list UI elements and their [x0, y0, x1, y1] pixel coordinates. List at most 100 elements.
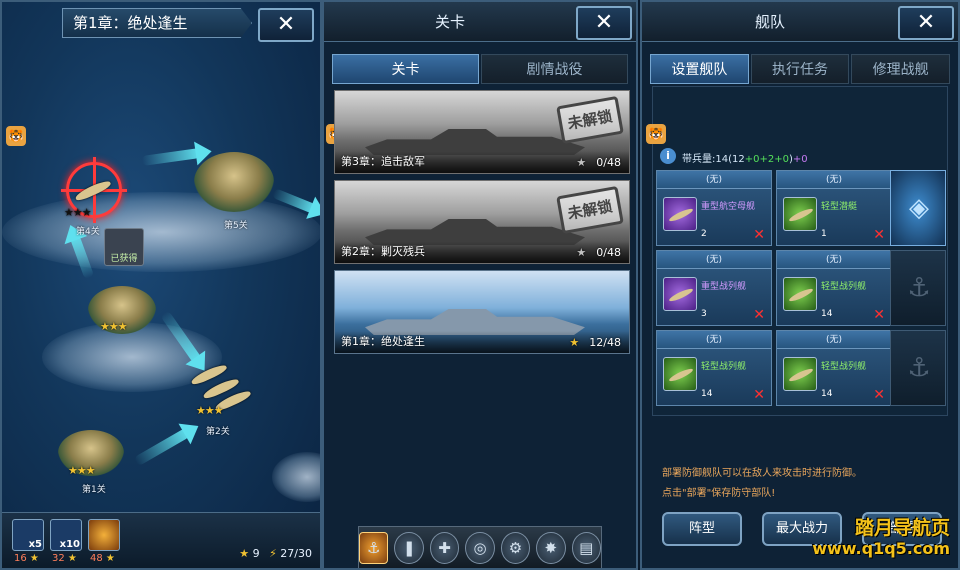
anchor-icon: ⚓: [907, 273, 931, 303]
tab-repair-ships[interactable]: 修理战舰: [851, 54, 951, 84]
shell-icon[interactable]: ❚: [394, 532, 424, 564]
chapter-card-3[interactable]: 未解锁 第3章：追击敌军 ★ 0/48: [334, 90, 630, 174]
remove-ship-button[interactable]: ✕: [873, 387, 885, 403]
stage-node-label: 第5关: [224, 221, 248, 231]
ship-type: 重型战列舰: [701, 282, 747, 292]
stage-title: 关卡: [434, 13, 465, 31]
reward-star-req: 48 ★: [90, 553, 115, 564]
fleet-slot[interactable]: (无) 轻型战列舰 14 ✕: [656, 330, 772, 406]
stars-count: 9: [252, 547, 260, 560]
remove-ship-button[interactable]: ✕: [753, 387, 765, 403]
map-close-button[interactable]: ✕: [258, 8, 314, 42]
bolt-icon: ⚡: [269, 547, 277, 560]
carrier-icon: [663, 197, 697, 231]
ship-count: 2: [701, 229, 707, 239]
fleet-formation-icon: ◈: [909, 193, 929, 223]
obtained-reward: 已获得: [104, 228, 144, 266]
ship-count: 14: [821, 389, 833, 399]
locked-slot: ⚓: [890, 250, 946, 326]
troop-capacity: 带兵量:14(12+0+2+0)+0: [682, 154, 808, 165]
path-arrow: [141, 148, 201, 166]
chapter-card-1[interactable]: 第1章：绝处逢生 ★ 12/48: [334, 270, 630, 354]
ship-type: 轻型潜艇: [821, 202, 858, 212]
locked-stamp: 未解锁: [556, 185, 624, 235]
formation-button[interactable]: 阵型: [662, 512, 742, 546]
chapter-card-progress: ★ 0/48: [576, 246, 621, 259]
slot-header: (无): [777, 251, 891, 269]
fleet-panel: 舰队 ✕ 设置舰队 执行任务 修理战舰 🐯 i 带兵量:14(12+0+2+0)…: [640, 0, 960, 570]
map-stats: ★ 9 ⚡ 27/30: [239, 547, 312, 560]
ship-type: 轻型战列舰: [821, 362, 867, 372]
submarine-icon: [783, 197, 817, 231]
stage-stars: ★★★: [100, 320, 128, 333]
fleet-slot[interactable]: (无) 轻型潜艇 1 ✕: [776, 170, 892, 246]
chapter-card-progress: ★ 12/48: [569, 336, 621, 349]
slot-header: (无): [777, 171, 891, 189]
chapter-card-2[interactable]: 未解锁 第2章：剿灭残兵 ★ 0/48: [334, 180, 630, 264]
remove-ship-button[interactable]: ✕: [753, 307, 765, 323]
box-icon[interactable]: x10: [50, 519, 82, 551]
cat-helper-icon[interactable]: 🐯: [6, 126, 26, 146]
ship-type: 重型航空母舰: [701, 202, 756, 212]
fleet-close-button[interactable]: ✕: [898, 6, 954, 40]
fleet-slot[interactable]: (无) 重型战列舰 3 ✕: [656, 250, 772, 326]
watermark-line2: www.q1q5.com: [812, 538, 950, 558]
ship-type: 轻型战列舰: [821, 282, 867, 292]
battleship-icon: [663, 277, 697, 311]
ship-type: 轻型战列舰: [701, 362, 747, 372]
tab-story-campaign[interactable]: 剧情战役: [481, 54, 628, 84]
chapter-map-panel: 第1章：绝处逢生 ✕ 🐯 第5关 ★★★ 第4关 已获得 ★★★ ★★★ 第2关…: [0, 0, 322, 570]
battleship-icon: [783, 357, 817, 391]
fleet-slot[interactable]: (无) 重型航空母舰 2 ✕: [656, 170, 772, 246]
locked-slot: ⚓: [890, 330, 946, 406]
stage-close-button[interactable]: ✕: [576, 6, 632, 40]
medal-icon[interactable]: ✸: [536, 532, 566, 564]
menu-bar: ⚓ ❚ ✚ ◎ ⚙ ✸ ▤: [358, 526, 602, 568]
info-icon[interactable]: i: [660, 148, 676, 164]
chapter-card-title: 第2章：剿灭残兵: [341, 245, 425, 258]
path-arrow: [133, 427, 191, 467]
stage-node-label: 第1关: [82, 485, 106, 495]
stage-node-5[interactable]: [194, 152, 274, 212]
slot-header: (无): [657, 331, 771, 349]
chapter-card-progress: ★ 0/48: [576, 156, 621, 169]
chapter-card-title: 第3章：追击敌军: [341, 155, 425, 168]
star-reward-bar: x5 16 ★ x10 32 ★ 48 ★ ★ 9 ⚡ 27/30: [2, 512, 320, 568]
repair-icon[interactable]: ✚: [429, 532, 460, 564]
deploy-note: 点击"部署"保存防守部队!: [662, 488, 776, 499]
ship-count: 3: [701, 309, 707, 319]
fleet-slot[interactable]: (无) 轻型战列舰 14 ✕: [776, 330, 892, 406]
scroll-icon[interactable]: ▤: [571, 532, 601, 564]
reward-star-req: 32 ★: [52, 553, 77, 564]
game-screen: 第1章：绝处逢生 ✕ 🐯 第5关 ★★★ 第4关 已获得 ★★★ ★★★ 第2关…: [0, 0, 960, 570]
tab-run-mission[interactable]: 执行任务: [750, 54, 850, 84]
fleet-slot[interactable]: (无) 轻型战列舰 14 ✕: [776, 250, 892, 326]
fleet-icon[interactable]: ⚓: [359, 532, 389, 564]
tab-stages[interactable]: 关卡: [332, 54, 479, 84]
remove-ship-button[interactable]: ✕: [753, 227, 765, 243]
gear-icon[interactable]: ⚙: [500, 532, 531, 564]
reward-star-req: 16 ★: [14, 553, 39, 564]
reward-multiplier: x10: [59, 539, 80, 550]
stage-titlebar: 关卡 ✕: [324, 2, 636, 42]
stage-stars: ★★★: [196, 404, 224, 417]
stage-tabs: 关卡 剧情战役: [332, 54, 628, 84]
remove-ship-button[interactable]: ✕: [873, 227, 885, 243]
defense-note: 部署防御舰队可以在敌人来攻击时进行防御。: [662, 468, 862, 479]
formation-slot[interactable]: ◈: [890, 170, 946, 246]
stage-node-label: 第4关: [76, 227, 100, 237]
cat-helper-icon[interactable]: 🐯: [646, 124, 666, 144]
radar-icon[interactable]: ◎: [465, 532, 495, 564]
stage-node-label: 第2关: [206, 427, 230, 437]
box-icon[interactable]: x5: [12, 519, 44, 551]
stage-stars: ★★★: [68, 464, 96, 477]
stage-panel: 关卡 ✕ 关卡 剧情战役 🐯 未解锁 第3章：追击敌军 ★0/48 未解锁 第2…: [322, 0, 638, 570]
chapter-card-title: 第1章：绝处逢生: [341, 335, 425, 348]
box-icon[interactable]: [88, 519, 120, 551]
anchor-icon: ⚓: [907, 353, 931, 383]
cloud: [272, 452, 320, 502]
watermark-line1: 踏月导航页: [854, 516, 950, 539]
remove-ship-button[interactable]: ✕: [873, 307, 885, 323]
tab-set-fleet[interactable]: 设置舰队: [650, 54, 749, 84]
slot-header: (无): [657, 251, 771, 269]
